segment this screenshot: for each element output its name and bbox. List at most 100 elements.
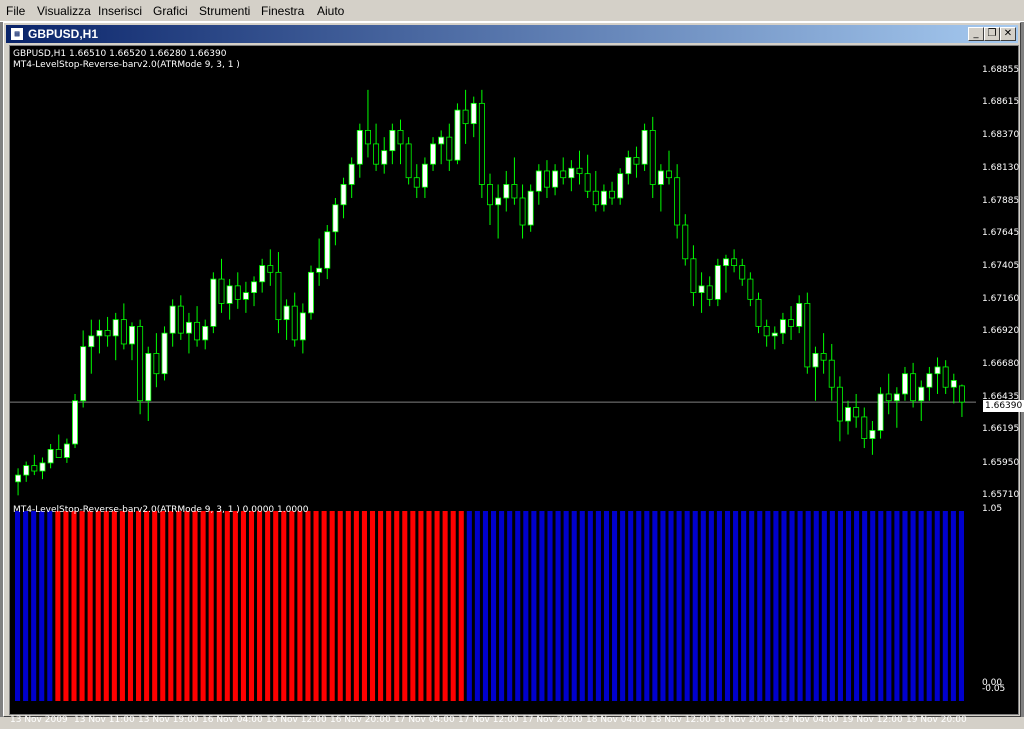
bull-candle-body	[527, 190, 534, 226]
candle	[755, 292, 762, 334]
candle	[104, 316, 111, 347]
indicator-bar-blue	[950, 511, 956, 701]
menu-file[interactable]: File	[6, 4, 25, 18]
indicator-bar-blue	[910, 511, 916, 701]
candle	[129, 322, 135, 361]
indicator-bar-blue	[870, 511, 876, 701]
indicator-bar-blue	[47, 511, 53, 701]
candle	[137, 319, 144, 415]
indicator-bar-blue	[636, 511, 642, 701]
indicator-bar-red	[313, 511, 319, 701]
bull-candle-body	[845, 407, 851, 422]
window-titlebar[interactable]: ▦ GBPUSD,H1 _ ❐ ✕	[6, 25, 1018, 43]
candle	[625, 150, 632, 185]
indicator-bar-red	[321, 511, 327, 701]
price-chart[interactable]	[10, 46, 976, 498]
indicator-bar-red	[152, 511, 158, 701]
indicator-bar-blue	[692, 511, 698, 701]
indicator-bar-blue	[652, 511, 658, 701]
candle	[747, 272, 754, 307]
bull-candle-body	[332, 204, 339, 233]
indicator-bar-blue	[684, 511, 690, 701]
bull-candle-body	[617, 173, 624, 199]
indicator-bar-red	[369, 511, 376, 701]
candle	[31, 454, 38, 476]
indicator-bar-red	[418, 511, 424, 701]
candle	[714, 258, 721, 307]
bear-candle-body	[958, 385, 965, 403]
candle	[633, 146, 640, 178]
indicator-bar-blue	[918, 511, 924, 701]
candle	[373, 123, 380, 171]
bull-candle-body	[454, 109, 461, 161]
indicator-bar-red	[63, 511, 69, 701]
candle	[926, 366, 933, 401]
candle	[511, 157, 518, 205]
chart-window-icon[interactable]: ▦	[10, 27, 24, 41]
bull-candle-body	[145, 353, 152, 402]
indicator-bar-red	[273, 511, 279, 701]
candle	[950, 373, 957, 404]
bear-candle-body	[519, 197, 526, 226]
mdi-area: ▦ GBPUSD,H1 _ ❐ ✕ GBPUSD,H1 1.66510 1.66…	[0, 22, 1024, 725]
bear-candle-body	[576, 167, 583, 175]
bull-candle-body	[722, 258, 729, 266]
candle	[438, 130, 445, 165]
minimize-icon[interactable]: _	[968, 27, 984, 41]
indicator-chart[interactable]	[10, 501, 976, 711]
menu-aiuto[interactable]: Aiuto	[317, 4, 344, 18]
indicator-bar-red	[232, 511, 238, 701]
indicator-bar-blue	[31, 511, 37, 701]
indicator-bar-blue	[571, 511, 577, 701]
menu-finestra[interactable]: Finestra	[261, 4, 304, 18]
candle	[242, 281, 249, 313]
close-icon[interactable]: ✕	[1000, 27, 1016, 41]
menu-visualizza[interactable]: Visualizza	[37, 4, 91, 18]
candle	[958, 384, 965, 417]
menu-inserisci[interactable]: Inserisci	[98, 4, 142, 18]
bull-candle-body	[893, 393, 900, 402]
candle	[39, 457, 46, 480]
candle	[918, 380, 925, 422]
bull-candle-body	[503, 184, 510, 199]
candle	[885, 373, 892, 415]
bear-candle-body	[690, 258, 697, 293]
candle	[763, 319, 770, 347]
candle	[316, 238, 323, 286]
bear-candle-body	[674, 177, 681, 226]
price-tick-label: 1.66195	[982, 424, 1020, 435]
indicator-bar-blue	[942, 511, 948, 701]
chart-window: ▦ GBPUSD,H1 _ ❐ ✕ GBPUSD,H1 1.66510 1.66…	[3, 22, 1024, 725]
bear-candle-body	[682, 224, 689, 260]
candle	[910, 362, 917, 408]
candle	[739, 258, 746, 286]
candle	[853, 393, 860, 428]
candle	[828, 343, 835, 401]
indicator-bar-blue	[757, 511, 763, 701]
candle	[421, 157, 428, 198]
bull-candle-body	[47, 448, 54, 464]
menu-grafici[interactable]: Grafici	[153, 4, 188, 18]
indicator-bar-red	[136, 511, 142, 701]
menu-strumenti[interactable]: Strumenti	[199, 4, 250, 18]
chart-area[interactable]: GBPUSD,H1 1.66510 1.66520 1.66280 1.6639…	[9, 45, 1019, 715]
time-axis: 13 Nov 2009 13 Nov 11:00 13 Nov 19:00 16 No…	[10, 715, 978, 729]
price-tick-label: 1.67405	[982, 260, 1020, 271]
candle	[210, 272, 217, 334]
candle	[299, 303, 306, 354]
price-tick-label: 1.67885	[982, 196, 1020, 206]
bear-candle-body	[446, 136, 453, 161]
restore-icon[interactable]: ❐	[984, 27, 1000, 41]
bull-candle-body	[796, 303, 803, 327]
candle	[592, 170, 599, 212]
candle	[869, 421, 876, 455]
candle	[771, 326, 778, 350]
bull-candle-body	[902, 373, 908, 395]
candle	[218, 258, 225, 313]
indicator-bar-blue	[474, 511, 480, 701]
indicator-bar-blue	[547, 511, 553, 701]
candle	[145, 346, 152, 422]
bull-candle-body	[161, 332, 168, 375]
candle	[397, 119, 404, 165]
price-tick-label: 1.66680	[982, 358, 1020, 369]
